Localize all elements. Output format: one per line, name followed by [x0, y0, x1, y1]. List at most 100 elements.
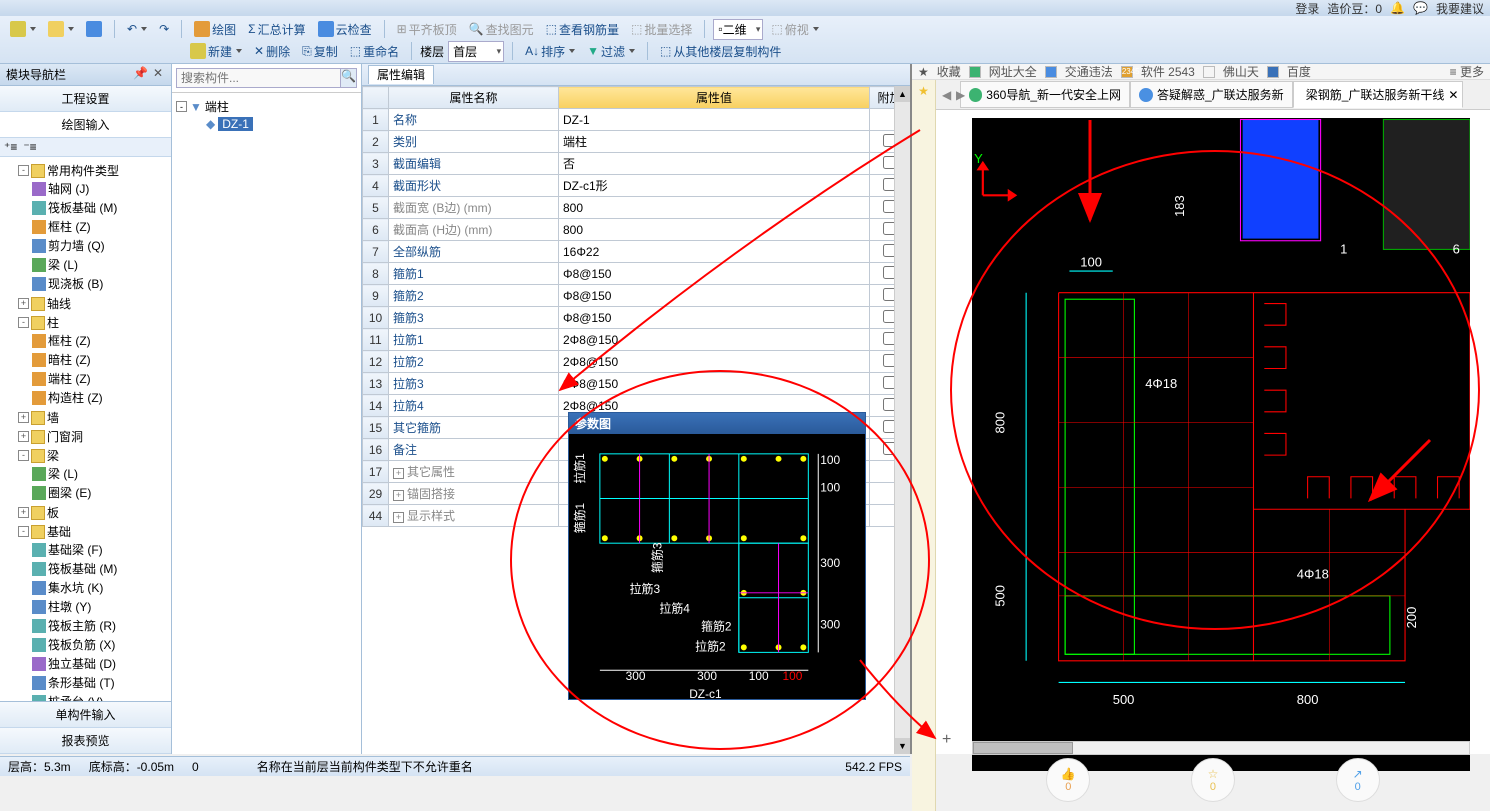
bird-view-button: ⬚ 俯视 [767, 20, 822, 39]
svg-text:拉筋1: 拉筋1 [573, 453, 587, 484]
property-row[interactable]: 4截面形状DZ-c1形 [363, 175, 910, 197]
svg-text:183: 183 [1172, 195, 1187, 217]
sidebar-favorites[interactable]: ★ [912, 80, 936, 811]
view-mode-select[interactable]: ▫二维 [713, 19, 763, 40]
svg-text:300: 300 [626, 669, 646, 683]
property-row[interactable]: 8箍筋1Φ8@150 [363, 263, 910, 285]
status-zero: 0 [192, 760, 199, 774]
rename-button[interactable]: ⬚ 重命名 [346, 42, 403, 61]
redo-button[interactable]: ↷ [155, 21, 173, 37]
svg-text:100: 100 [783, 669, 803, 683]
open-file-button[interactable] [44, 20, 78, 38]
like-button[interactable]: 👍0 [1046, 758, 1090, 802]
svg-text:DZ-c1: DZ-c1 [689, 687, 722, 701]
svg-text:300: 300 [697, 669, 717, 683]
status-bar: 层高：5.3m 底标高：-0.05m 0 名称在当前层当前构件类型下不允许重名 … [0, 756, 910, 776]
search-icon[interactable]: 🔍 [341, 68, 357, 88]
batch-select-button: ⬚ 批量选择 [627, 20, 696, 39]
svg-text:800: 800 [1297, 692, 1319, 707]
login-link[interactable]: 登录 [1295, 0, 1319, 17]
browser-tab-2[interactable]: 答疑解惑_广联达服务新 [1130, 81, 1293, 108]
pin-icon[interactable]: 📌 [133, 66, 147, 80]
status-base-elev: 底标高：-0.05m [89, 758, 174, 775]
delete-button[interactable]: ✕ 删除 [250, 42, 294, 61]
nav-panel-title: 模块导航栏 [6, 66, 66, 83]
svg-text:箍筋1: 箍筋1 [573, 502, 587, 533]
property-row[interactable]: 7全部纵筋16Φ22 [363, 241, 910, 263]
draw-button[interactable]: 绘图 [190, 20, 240, 39]
svg-text:1: 1 [1340, 242, 1347, 257]
status-floor-height: 层高：5.3m [8, 758, 71, 775]
expand-all-icon[interactable]: ⁺≡ [4, 140, 17, 154]
component-instance-tree[interactable]: - ▼ 端柱 ◆ DZ-1 [172, 93, 361, 754]
undo-button[interactable]: ↶ [123, 21, 151, 37]
back-button[interactable]: ◀ [942, 88, 951, 102]
report-preview-button[interactable]: 报表预览 [0, 728, 171, 754]
cad-drawing-viewer[interactable]: 1 6 183 100 [972, 118, 1470, 771]
suggest-link[interactable]: 我要建议 [1436, 0, 1484, 17]
svg-text:拉筋4: 拉筋4 [659, 602, 690, 616]
property-row[interactable]: 5截面宽 (B边) (mm)800 [363, 197, 910, 219]
property-row[interactable]: 11拉筋12Φ8@150 [363, 329, 910, 351]
svg-text:500: 500 [992, 585, 1007, 607]
svg-text:100: 100 [820, 481, 840, 495]
component-tree[interactable]: -常用构件类型 轴网 (J) 筏板基础 (M) 框柱 (Z) 剪力墙 (Q) 梁… [0, 157, 171, 701]
save-button[interactable] [82, 20, 106, 38]
copy-from-floor-button[interactable]: ⬚ 从其他楼层复制构件 [656, 42, 785, 61]
svg-text:100: 100 [820, 453, 840, 467]
browser-tab-1[interactable]: 360导航_新一代安全上网 [960, 81, 1130, 108]
svg-text:拉筋3: 拉筋3 [630, 582, 661, 596]
forward-button[interactable]: ▶ [956, 88, 965, 102]
property-row[interactable]: 2类别端柱 [363, 131, 910, 153]
bell-icon[interactable]: 🔔 [1390, 1, 1405, 15]
floor-select[interactable]: 首层 [448, 41, 504, 62]
favorite-button[interactable]: ☆0 [1191, 758, 1235, 802]
svg-text:箍筋2: 箍筋2 [701, 620, 732, 634]
sum-calc-button[interactable]: Σ 汇总计算 [244, 20, 309, 39]
svg-text:100: 100 [749, 669, 769, 683]
find-elem-button: 🔍 查找图元 [465, 20, 538, 39]
cloud-check-button[interactable]: 云检查 [314, 20, 376, 39]
property-row[interactable]: 12拉筋22Φ8@150 [363, 351, 910, 373]
svg-text:箍筋3: 箍筋3 [650, 542, 664, 573]
selected-component[interactable]: DZ-1 [218, 117, 253, 131]
add-tab-button[interactable]: + [942, 731, 951, 749]
horizontal-scrollbar[interactable] [972, 741, 1470, 755]
sort-button[interactable]: A↓ 排序 [521, 42, 579, 61]
svg-text:200: 200 [1404, 607, 1419, 629]
tab-draw-input[interactable]: 绘图输入 [0, 112, 171, 138]
new-comp-button[interactable]: 新建 [186, 42, 246, 61]
svg-text:500: 500 [1113, 692, 1135, 707]
property-row[interactable]: 1名称DZ-1 [363, 109, 910, 131]
browser-tab-3[interactable]: 梁钢筋_广联达服务新干线 ✕ [1293, 81, 1463, 108]
view-rebar-button[interactable]: ⬚ 查看钢筋量 [542, 20, 623, 39]
close-panel-icon[interactable]: ✕ [151, 66, 165, 80]
property-row[interactable]: 6截面高 (H边) (mm)800 [363, 219, 910, 241]
svg-text:6: 6 [1453, 242, 1460, 257]
svg-text:300: 300 [820, 618, 840, 632]
svg-text:拉筋2: 拉筋2 [695, 639, 726, 653]
property-row[interactable]: 10箍筋3Φ8@150 [363, 307, 910, 329]
floor-label: 楼层 [420, 43, 444, 60]
tab-project-settings[interactable]: 工程设置 [0, 86, 171, 112]
property-row[interactable]: 3截面编辑否 [363, 153, 910, 175]
collapse-all-icon[interactable]: ⁻≡ [23, 140, 36, 154]
new-file-button[interactable] [6, 20, 40, 38]
svg-text:4Φ18: 4Φ18 [1297, 567, 1329, 582]
status-fps: 542.2 FPS [845, 760, 902, 774]
share-button[interactable]: ↗0 [1336, 758, 1380, 802]
parameter-diagram-window[interactable]: 参数图 拉筋1 箍筋1 箍筋3 拉筋3 拉筋4 箍筋2 [568, 412, 866, 700]
beans-label: 造价豆：0 [1327, 0, 1382, 17]
single-input-button[interactable]: 单构件输入 [0, 702, 171, 728]
bookmark-icon[interactable]: ★ [918, 65, 929, 79]
col-header-name: 属性名称 [389, 87, 559, 109]
property-row[interactable]: 9箍筋2Φ8@150 [363, 285, 910, 307]
property-tab[interactable]: 属性编辑 [368, 65, 434, 84]
copy-button[interactable]: ⎘ 复制 [298, 42, 342, 61]
search-component-input[interactable] [176, 68, 341, 88]
chat-icon[interactable]: 💬 [1413, 1, 1428, 15]
close-tab-icon[interactable]: ✕ [1448, 88, 1458, 102]
filter-button[interactable]: ▼ 过滤 [583, 42, 639, 61]
scrollbar[interactable]: ▲▼ [894, 86, 910, 754]
property-row[interactable]: 13拉筋32Φ8@150 [363, 373, 910, 395]
